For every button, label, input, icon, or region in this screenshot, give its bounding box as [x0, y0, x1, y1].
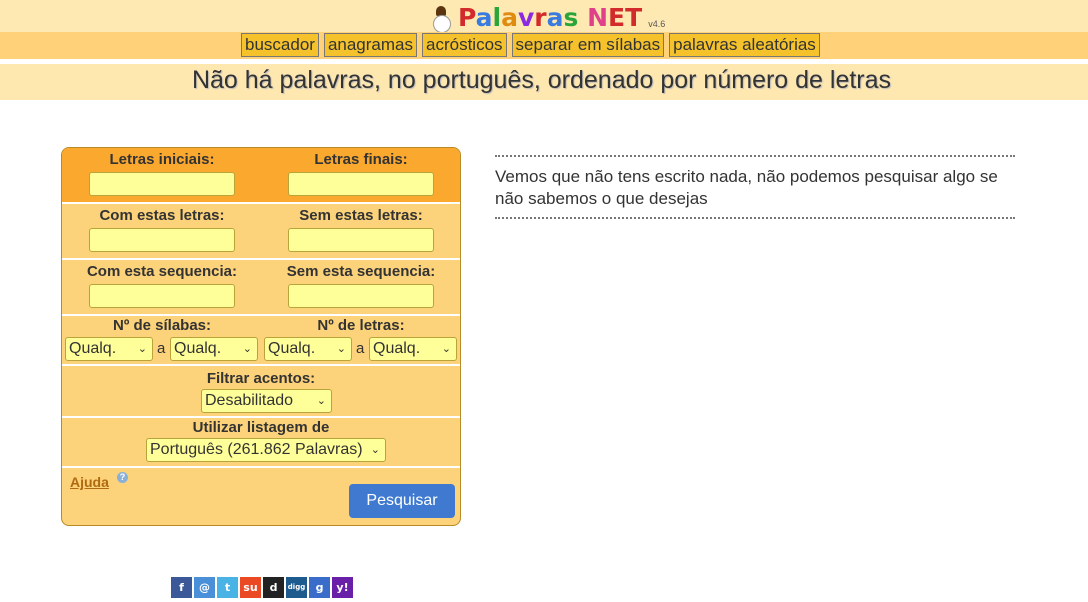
logo-text: Palavras NET [458, 4, 642, 32]
min-syllables-select[interactable]: Qualq. ⌄ [65, 337, 153, 361]
site-logo[interactable]: Palavras NET v4.6 [430, 2, 666, 33]
accents-select[interactable]: Desabilitado ⌄ [201, 389, 332, 413]
word-list-label: Utilizar listagem de [192, 419, 330, 436]
email-icon[interactable]: @ [194, 577, 215, 598]
accents-value: Desabilitado [205, 392, 294, 409]
twitter-icon[interactable]: t [217, 577, 238, 598]
chevron-down-icon: ⌄ [336, 343, 346, 355]
final-letters-input[interactable] [288, 172, 434, 196]
max-letters-select[interactable]: Qualq. ⌄ [369, 337, 457, 361]
facebook-icon[interactable]: f [171, 577, 192, 598]
without-sequence-label: Sem esta sequencia: [286, 263, 436, 280]
main-nav: buscador anagramas acrósticos separar em sí… [241, 33, 820, 57]
logo-letter: a [501, 3, 518, 32]
mascot-icon [430, 6, 452, 33]
final-letters-label: Letras finais: [314, 151, 408, 168]
chevron-down-icon: ⌄ [370, 444, 380, 456]
search-form: Letras iniciais: Letras finais: Com esta… [61, 147, 461, 526]
yahoo-icon[interactable]: y! [332, 577, 353, 598]
max-syllables-select[interactable]: Qualq. ⌄ [170, 337, 258, 361]
with-sequence-label: Com esta sequencia: [86, 263, 238, 280]
logo-version: v4.6 [648, 19, 666, 29]
logo-letter: s [563, 3, 579, 32]
chevron-down-icon: ⌄ [316, 395, 326, 407]
initial-letters-input[interactable] [89, 172, 235, 196]
row-word-list: Utilizar listagem de Português (261.862 … [62, 418, 460, 468]
logo-letter: N [587, 3, 609, 32]
nav-palavras-aleatorias[interactable]: palavras aleatórias [669, 33, 820, 57]
row-contains: Com estas letras: Sem estas letras: [62, 204, 460, 260]
initial-letters-label: Letras iniciais: [109, 151, 215, 168]
nav-separar-silabas[interactable]: separar em sílabas [511, 33, 665, 57]
max-letters-value: Qualq. [373, 340, 421, 357]
row-counts: Nº de sílabas: Nº de letras: Qualq. ⌄ a Q… [62, 316, 460, 366]
help-link[interactable]: Ajuda [70, 474, 109, 490]
help-icon[interactable]: ? [117, 472, 128, 483]
logo-letter: a [546, 3, 564, 32]
word-list-select[interactable]: Português (261.862 Palavras) ⌄ [146, 438, 386, 462]
min-syllables-value: Qualq. [69, 340, 117, 357]
google-icon[interactable]: g [309, 577, 330, 598]
logo-letter: l [492, 3, 502, 32]
letters-range-separator: a [356, 340, 365, 357]
with-sequence-group: Com esta sequencia: [62, 263, 262, 308]
row-start-end: Letras iniciais: Letras finais: [62, 148, 460, 204]
chevron-down-icon: ⌄ [242, 343, 252, 355]
logo-letter: E [608, 3, 626, 32]
logo-letter: v [517, 3, 535, 32]
initial-letters-group: Letras iniciais: [62, 151, 262, 196]
stumbleupon-icon[interactable]: su [240, 577, 261, 598]
nav-anagramas[interactable]: anagramas [323, 33, 417, 57]
chevron-down-icon: ⌄ [441, 343, 451, 355]
nav-buscador[interactable]: buscador [241, 33, 319, 57]
chevron-down-icon: ⌄ [137, 343, 147, 355]
delicious-icon[interactable]: d [263, 577, 284, 598]
syllables-range-separator: a [157, 340, 166, 357]
max-syllables-value: Qualq. [174, 340, 222, 357]
with-letters-group: Com estas letras: [62, 207, 262, 252]
logo-letter: T [625, 3, 643, 32]
social-share-bar: f @ t su d digg g y! [171, 577, 353, 598]
without-letters-group: Sem estas letras: [261, 207, 460, 252]
page-title: Não há palavras, no português, ordenado … [191, 66, 892, 94]
message-divider-top [495, 155, 1015, 157]
message-divider-bottom [495, 217, 1015, 219]
search-button[interactable]: Pesquisar [349, 484, 455, 518]
row-sequence: Com esta sequencia: Sem esta sequencia: [62, 260, 460, 316]
without-sequence-input[interactable] [288, 284, 434, 308]
logo-letter [578, 3, 587, 32]
empty-query-message: Vemos que não tens escrito nada, não pod… [495, 167, 998, 208]
logo-letter: r [534, 3, 547, 32]
with-letters-label: Com estas letras: [99, 207, 225, 224]
final-letters-group: Letras finais: [261, 151, 460, 196]
with-letters-input[interactable] [89, 228, 235, 252]
word-list-value: Português (261.862 Palavras) [150, 441, 363, 458]
logo-letter: P [458, 3, 476, 32]
digg-icon[interactable]: digg [286, 577, 307, 598]
without-sequence-group: Sem esta sequencia: [261, 263, 460, 308]
min-letters-value: Qualq. [268, 340, 316, 357]
accents-label: Filtrar acentos: [206, 370, 316, 387]
row-accents: Filtrar acentos: Desabilitado ⌄ [62, 366, 460, 418]
min-letters-select[interactable]: Qualq. ⌄ [264, 337, 352, 361]
without-letters-input[interactable] [288, 228, 434, 252]
letters-count-label: Nº de letras: [317, 317, 405, 334]
with-sequence-input[interactable] [89, 284, 235, 308]
nav-acrosticos[interactable]: acrósticos [422, 33, 507, 57]
without-letters-label: Sem estas letras: [299, 207, 423, 224]
logo-letter: a [475, 3, 493, 32]
syllables-label: Nº de sílabas: [112, 317, 211, 334]
